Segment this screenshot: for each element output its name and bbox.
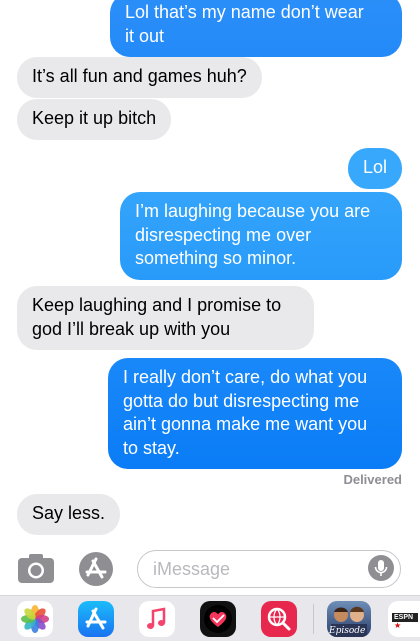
espn-label: ESPN: [394, 614, 414, 621]
message-bubble-outgoing[interactable]: I really don’t care, do what you gotta d…: [108, 358, 402, 469]
message-line: Lol: [362, 157, 387, 177]
photos-icon[interactable]: [17, 601, 53, 637]
message-thread: Lol that’s my name don’t wear it out It’…: [0, 0, 420, 545]
message-input[interactable]: iMessage: [137, 550, 401, 588]
message-bubble-incoming[interactable]: Keep it up bitch: [17, 99, 172, 140]
delivered-status: Delivered: [343, 472, 402, 487]
message-bubble-incoming[interactable]: Say less.: [17, 494, 121, 535]
episode-label: Episode: [329, 626, 366, 636]
episode-icon[interactable]: Episode: [327, 601, 371, 637]
music-icon[interactable]: [139, 601, 175, 637]
svg-text:★: ★: [394, 621, 401, 630]
message-line: god I’ll break up with you: [32, 318, 231, 339]
message-line: something so minor.: [135, 248, 297, 268]
message-line: Keep laughing and I promise to: [32, 295, 282, 315]
message-line: Say less.: [32, 503, 106, 523]
dock-separator: [313, 604, 314, 634]
camera-icon[interactable]: [17, 553, 55, 584]
message-bubble-outgoing[interactable]: I’m laughing because you are disrespecti…: [120, 192, 402, 280]
message-bubble-incoming[interactable]: It’s all fun and games huh?: [17, 57, 262, 98]
message-line: ain’t gonna make me want you: [123, 414, 368, 434]
message-line: I’m laughing because you are: [135, 201, 371, 221]
message-line: to stay.: [123, 437, 180, 458]
message-input-placeholder: iMessage: [153, 559, 231, 579]
app-store-icon[interactable]: [79, 552, 113, 586]
microphone-icon[interactable]: [368, 555, 394, 581]
message-line: Keep it up bitch: [32, 108, 157, 128]
message-line: disrespecting me over: [135, 224, 312, 245]
message-bubble-incoming[interactable]: Keep laughing and I promise to god I’ll …: [17, 286, 314, 350]
message-bubble-outgoing[interactable]: Lol: [347, 148, 402, 189]
message-line: I really don’t care, do what you: [123, 367, 368, 387]
message-line: It’s all fun and games huh?: [32, 66, 247, 86]
message-line: Lol that’s my name don’t wear: [125, 2, 364, 22]
message-line: it out: [125, 25, 165, 46]
message-line: gotta do but disrespecting me: [123, 390, 360, 411]
message-bubble-outgoing[interactable]: Lol that’s my name don’t wear it out: [110, 0, 402, 57]
heart-icon[interactable]: [200, 601, 236, 637]
globe-search-icon[interactable]: [261, 601, 297, 637]
app-drawer: Episode ★ ESPN: [0, 595, 420, 641]
app-store-icon[interactable]: [78, 601, 114, 637]
espn-icon[interactable]: ★ ESPN: [388, 601, 420, 637]
